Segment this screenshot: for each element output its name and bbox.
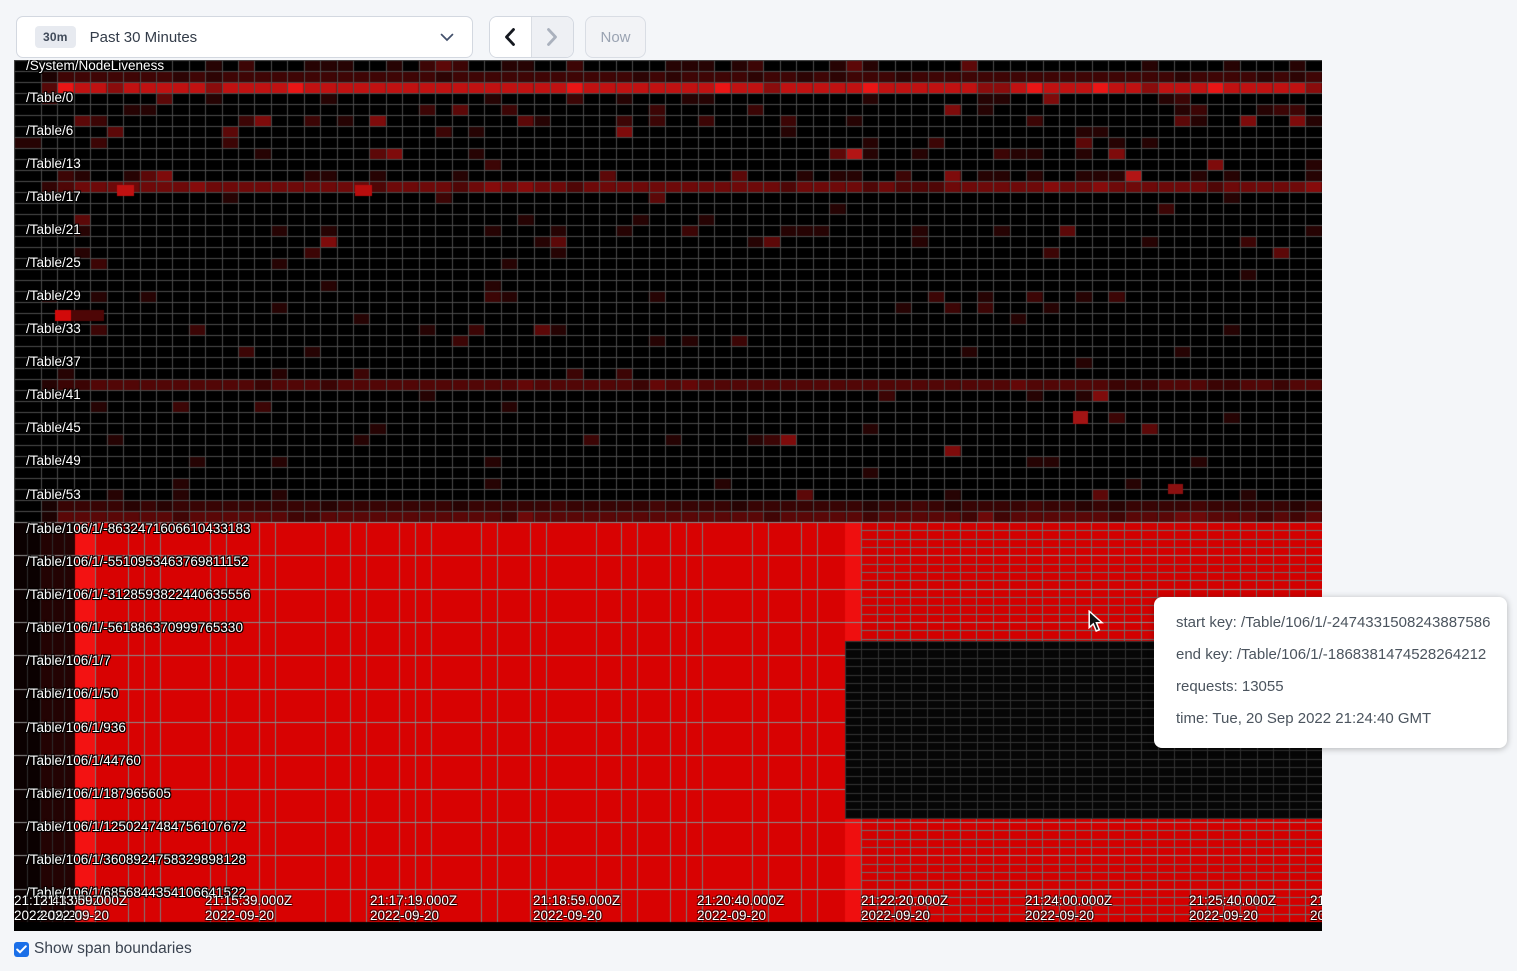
time-range-badge: 30m [35,26,76,48]
tooltip-end-key: end key: /Table/106/1/-18683814745282642… [1176,646,1487,663]
chevron-right-icon [546,28,558,46]
next-time-button[interactable] [532,17,574,57]
tooltip-time: time: Tue, 20 Sep 2022 21:24:40 GMT [1176,710,1487,727]
key-visualizer-page: 30m Past 30 Minutes Now /System/NodeLive… [0,0,1517,971]
now-button[interactable]: Now [585,16,646,58]
chevron-left-icon [504,28,516,46]
prev-time-button[interactable] [490,17,532,57]
key-visualizer-chart: /System/NodeLiveness/Table/0/Table/6/Tab… [14,60,1322,931]
chevron-down-icon [440,33,454,42]
hover-tooltip: start key: /Table/106/1/-247433150824388… [1154,597,1507,748]
time-range-label: Past 30 Minutes [90,29,198,46]
tooltip-start-key: start key: /Table/106/1/-247433150824388… [1176,614,1487,631]
show-span-boundaries-control[interactable]: Show span boundaries [14,940,192,958]
time-range-dropdown[interactable]: 30m Past 30 Minutes [16,16,473,58]
checkbox-checked-icon[interactable] [14,942,29,957]
show-span-boundaries-label: Show span boundaries [34,940,192,958]
heatmap-canvas[interactable] [14,60,1322,931]
time-nav-group [489,16,574,58]
tooltip-requests: requests: 13055 [1176,678,1487,695]
